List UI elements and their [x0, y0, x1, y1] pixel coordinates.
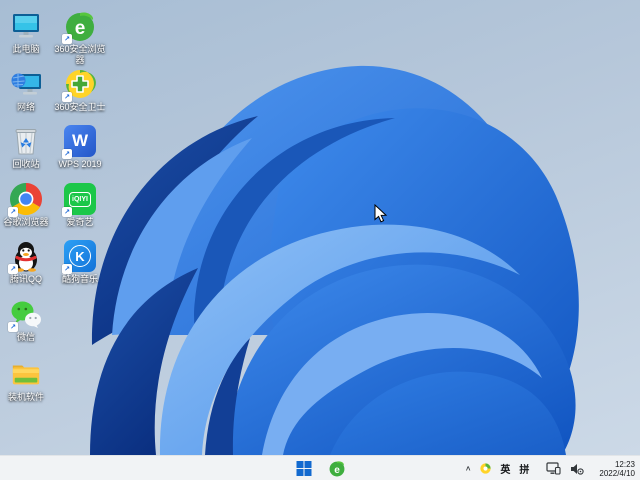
icon-label: 爱奇艺 [66, 217, 94, 227]
desktop-icon-this-pc[interactable]: 此电脑 [0, 10, 54, 55]
wps-icon: W ↗ [62, 125, 96, 159]
desktop-icon-360-browser[interactable]: e ↗ 360安全浏览器 [52, 10, 108, 66]
desktop-icon-software-folder[interactable]: 装机软件 [0, 358, 54, 403]
iqiyi-icon: iQIYI ↗ [62, 183, 96, 217]
desktop-screen: 此电脑 e ↗ 360安全浏览器 网络 ↗ 360安全卫士 回收站 W ↗ WP… [0, 0, 640, 480]
clock-time: 12:23 [614, 459, 635, 469]
taskbar: e ∧ 英 拼 12:23 2022/4/10 [0, 455, 640, 480]
shortcut-arrow-icon: ↗ [8, 322, 18, 332]
network-icon [10, 68, 42, 100]
desktop-icon-qq[interactable]: ↗ 腾讯QQ [0, 240, 54, 285]
recycle-bin-icon [10, 125, 42, 157]
shortcut-arrow-icon: ↗ [62, 34, 72, 44]
desktop-icon-360-safe[interactable]: ↗ 360安全卫士 [52, 68, 108, 113]
icon-label: 酷狗音乐 [61, 274, 98, 284]
shortcut-arrow-icon: ↗ [62, 264, 72, 274]
taskbar-360-browser-button[interactable]: e [326, 458, 348, 480]
windows-logo-icon [296, 461, 311, 476]
icon-label: 谷歌浏览器 [3, 217, 49, 227]
desktop-icon-kugou[interactable]: K ↗ 酷狗音乐 [52, 240, 108, 285]
input-language-indicator[interactable]: 英 [500, 461, 510, 476]
tray-360-icon[interactable] [480, 463, 492, 474]
icon-label: 网络 [16, 102, 35, 112]
tray-chevron-icon[interactable]: ∧ [465, 464, 472, 473]
desktop-icon-wechat[interactable]: ↗ 微信 [0, 298, 54, 343]
desktop-icon-wps[interactable]: W ↗ WPS 2019 [52, 125, 108, 170]
desktop-icon-network[interactable]: 网络 [0, 68, 54, 113]
shortcut-arrow-icon: ↗ [62, 149, 72, 159]
this-pc-icon [10, 10, 42, 42]
kugou-icon: K ↗ [62, 240, 96, 274]
icon-label: WPS 2019 [58, 159, 102, 169]
taskbar-center: e [293, 456, 348, 480]
svg-text:e: e [75, 18, 86, 39]
shortcut-arrow-icon: ↗ [62, 207, 72, 217]
icon-label: 回收站 [12, 159, 40, 169]
icon-label: 360安全浏览器 [54, 44, 106, 65]
desktop-icon-recycle-bin[interactable]: 回收站 [0, 125, 54, 170]
shortcut-arrow-icon: ↗ [8, 207, 18, 217]
360-browser-icon: e ↗ [62, 10, 96, 44]
360-safe-icon: ↗ [62, 68, 96, 102]
network-tray-icon[interactable] [546, 462, 561, 475]
svg-text:e: e [334, 465, 340, 476]
clock-date: 2022/4/10 [599, 468, 635, 478]
icon-label: 360安全卫士 [54, 102, 106, 112]
desktop-icon-chrome[interactable]: ↗ 谷歌浏览器 [0, 183, 54, 228]
volume-tray-icon[interactable] [570, 463, 585, 475]
icon-label: 此电脑 [12, 44, 40, 54]
input-method-indicator[interactable]: 拼 [519, 461, 529, 476]
icon-label: 微信 [16, 332, 35, 342]
icon-label: 腾讯QQ [9, 274, 42, 284]
chrome-icon: ↗ [8, 183, 42, 217]
folder-icon [10, 358, 42, 390]
shortcut-arrow-icon: ↗ [8, 264, 18, 274]
qq-icon: ↗ [8, 240, 42, 274]
taskbar-clock[interactable]: 12:23 2022/4/10 [599, 460, 635, 478]
shortcut-arrow-icon: ↗ [62, 92, 72, 102]
icon-label: 装机软件 [7, 392, 44, 402]
wechat-icon: ↗ [8, 298, 42, 332]
desktop-icon-iqiyi[interactable]: iQIYI ↗ 爱奇艺 [52, 183, 108, 228]
360-browser-taskbar-icon: e [329, 461, 344, 477]
system-tray: ∧ 英 拼 12:23 2022/4/10 [465, 456, 635, 480]
start-button[interactable] [293, 458, 315, 480]
